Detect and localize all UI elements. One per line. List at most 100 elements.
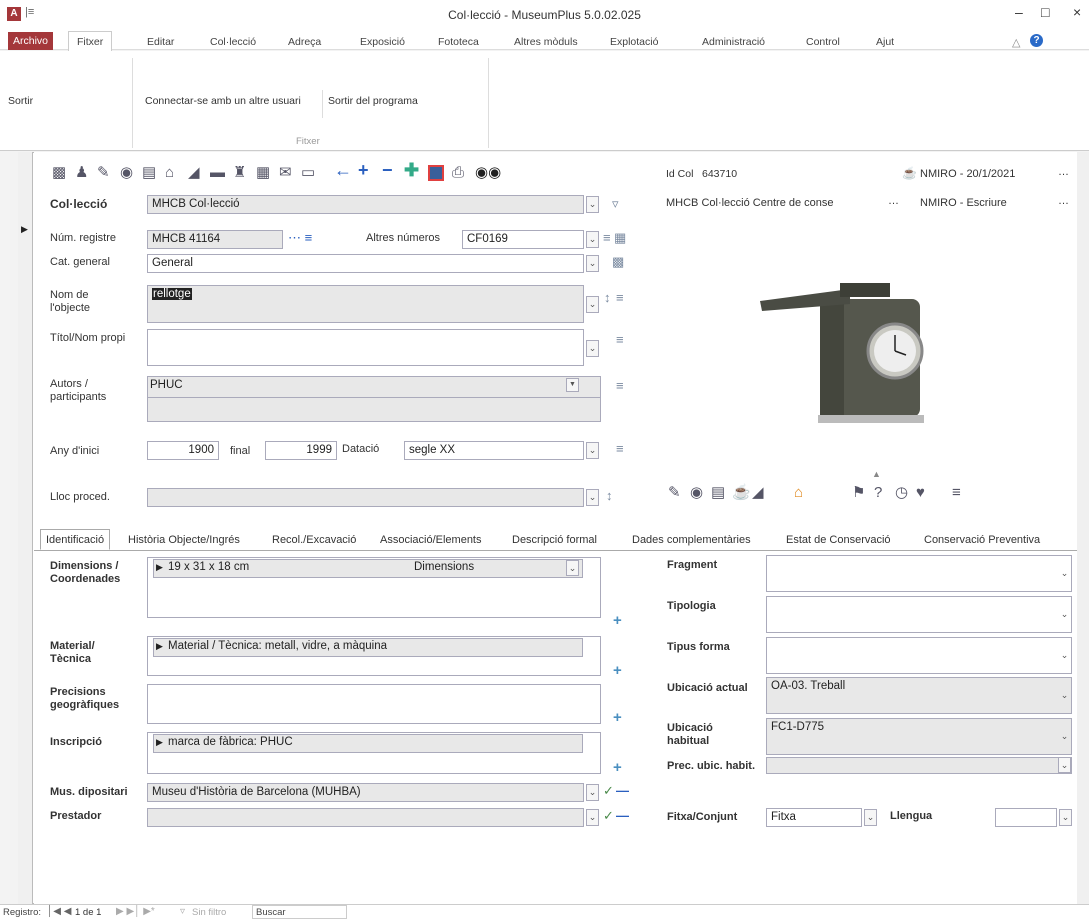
ribbon-collapse-icon[interactable]: △ bbox=[1012, 36, 1020, 49]
scrollbar[interactable] bbox=[1077, 152, 1089, 912]
flag-icon[interactable]: ⚑ bbox=[852, 484, 865, 502]
final-field[interactable]: 1999 bbox=[265, 441, 337, 460]
add-dimensions-button[interactable]: + bbox=[613, 612, 622, 629]
move-icon[interactable]: ✚ bbox=[404, 161, 419, 179]
arrow-left-icon[interactable]: ← bbox=[334, 161, 352, 179]
menu-editar[interactable]: Editar bbox=[147, 36, 174, 48]
nom-objecte-field[interactable]: rellotge bbox=[147, 285, 584, 323]
autors-dropdown[interactable]: ▼ bbox=[566, 378, 579, 392]
cup-icon[interactable]: ☕ bbox=[732, 484, 751, 502]
tab-dades[interactable]: Dades complementàries bbox=[628, 533, 755, 547]
catalog-icon[interactable]: ▩ bbox=[612, 254, 624, 270]
minimize-button[interactable]: – bbox=[1015, 4, 1023, 20]
cat-general-field[interactable]: General bbox=[147, 254, 584, 273]
prec-ubic-field[interactable] bbox=[766, 757, 1072, 774]
llengua-dropdown[interactable]: ⌄ bbox=[1059, 809, 1072, 826]
heart-icon[interactable]: ♥ bbox=[916, 484, 925, 502]
altres-numeros-dropdown[interactable]: ⌄ bbox=[586, 231, 599, 248]
prestador-field[interactable] bbox=[147, 808, 584, 827]
first-record-button[interactable]: │◀ ◀ bbox=[47, 906, 71, 917]
prec-ubic-dropdown[interactable]: ⌄ bbox=[1058, 757, 1071, 773]
any-inici-field[interactable]: 1900 bbox=[147, 441, 219, 460]
filter-icon[interactable]: ▿ bbox=[612, 196, 619, 212]
collection-dropdown[interactable]: ⌄ bbox=[586, 196, 599, 213]
list-icon[interactable]: ≡ bbox=[603, 230, 611, 245]
num-registre-field[interactable]: MHCB 41164 bbox=[147, 230, 283, 249]
menu-explotacio[interactable]: Explotació bbox=[610, 36, 658, 48]
clipboard-icon[interactable]: ▭ bbox=[301, 164, 315, 182]
tab-conservacio[interactable]: Conservació Preventiva bbox=[920, 533, 1044, 547]
document-icon[interactable]: ▤ bbox=[142, 164, 156, 182]
record-position[interactable]: 1 de 1 bbox=[75, 907, 101, 918]
remove-icon[interactable]: — bbox=[616, 783, 629, 798]
ubicacio-actual-field[interactable]: OA-03. Treball bbox=[766, 677, 1072, 714]
pen-icon[interactable]: ✎ bbox=[668, 484, 681, 502]
menu-administracio[interactable]: Administració bbox=[702, 36, 765, 48]
tipologia-field[interactable] bbox=[766, 596, 1072, 633]
list-icon[interactable]: ≡ bbox=[616, 441, 624, 456]
save-icon[interactable]: ▩ bbox=[52, 164, 66, 182]
precisions-field[interactable] bbox=[147, 684, 601, 724]
llengua-field[interactable] bbox=[995, 808, 1057, 827]
tab-associacio[interactable]: Associació/Elements bbox=[376, 533, 486, 547]
thesaurus-icon[interactable]: ↕ bbox=[606, 488, 613, 503]
mail-icon[interactable]: ✉ bbox=[279, 164, 292, 182]
document-icon[interactable]: ▤ bbox=[711, 484, 725, 502]
lloc-field[interactable] bbox=[147, 488, 584, 507]
dipositari-field[interactable]: Museu d'Història de Barcelona (MUHBA) bbox=[147, 783, 584, 802]
maximize-button[interactable]: □ bbox=[1041, 4, 1049, 20]
tab-descripcio[interactable]: Descripció formal bbox=[508, 533, 601, 547]
menu-fitxer[interactable]: Fitxer bbox=[68, 31, 113, 53]
ubicacio-actual-dropdown[interactable]: ⌄ bbox=[1058, 688, 1071, 705]
calendar-icon[interactable]: ▦ bbox=[256, 164, 270, 182]
pen-icon[interactable]: ✎ bbox=[97, 164, 110, 182]
lloc-dropdown[interactable]: ⌄ bbox=[586, 489, 599, 506]
menu-adreca[interactable]: Adreça bbox=[288, 36, 321, 48]
cat-general-dropdown[interactable]: ⌄ bbox=[586, 255, 599, 272]
object-photo[interactable] bbox=[700, 229, 1030, 467]
add-inscripcio-button[interactable]: + bbox=[613, 759, 622, 776]
more-collection-button[interactable]: … bbox=[888, 195, 899, 207]
add-precisions-button[interactable]: + bbox=[613, 709, 622, 726]
image-up-icon[interactable]: ▲ bbox=[872, 469, 881, 479]
list-icon[interactable]: ≡ bbox=[616, 332, 624, 347]
minus-icon[interactable]: − bbox=[382, 161, 393, 179]
tab-recol[interactable]: Recol./Excavació bbox=[268, 533, 360, 547]
tab-identificacio[interactable]: Identificació bbox=[40, 529, 111, 550]
close-button[interactable]: × bbox=[1073, 4, 1081, 20]
record-icon[interactable] bbox=[428, 165, 444, 181]
menu-archivo[interactable]: Archivo bbox=[8, 32, 54, 50]
grid-icon[interactable]: ▦ bbox=[614, 230, 626, 246]
connectar-button[interactable]: Connectar-se amb un altre usuari bbox=[145, 95, 301, 107]
list-icon[interactable]: ≡ bbox=[616, 290, 624, 305]
help-icon[interactable]: ? bbox=[1030, 34, 1043, 47]
thesaurus-icon[interactable]: ↕ bbox=[604, 290, 611, 305]
home-icon[interactable]: ⌂ bbox=[794, 484, 803, 502]
prestador-dropdown[interactable]: ⌄ bbox=[586, 809, 599, 826]
fitxa-field[interactable]: Fitxa bbox=[766, 808, 862, 827]
ubicacio-habitual-dropdown[interactable]: ⌄ bbox=[1058, 729, 1071, 746]
fragment-field[interactable] bbox=[766, 555, 1072, 592]
altres-numeros-field[interactable]: CF0169 bbox=[462, 230, 584, 249]
dimensions-dropdown[interactable]: ⌄ bbox=[566, 560, 579, 576]
chart-icon[interactable]: ◢ bbox=[188, 164, 200, 182]
printer-icon[interactable]: ▬ bbox=[210, 164, 225, 182]
last-record-button[interactable]: ▶ ▶│ ▶* bbox=[116, 906, 155, 917]
home-icon[interactable]: ⌂ bbox=[165, 164, 174, 182]
question-icon[interactable]: ? bbox=[874, 484, 882, 502]
print-icon[interactable]: ⎙ bbox=[452, 164, 464, 182]
eye-icon[interactable]: ◉ bbox=[690, 484, 703, 502]
nom-objecte-dropdown[interactable]: ⌄ bbox=[586, 296, 599, 313]
list-icon[interactable]: ≡ bbox=[952, 484, 961, 502]
autors-field[interactable] bbox=[147, 376, 601, 422]
ubicacio-habitual-field[interactable]: FC1-D775 bbox=[766, 718, 1072, 755]
sortir-programa-button[interactable]: Sortir del programa bbox=[328, 95, 418, 107]
menu-control[interactable]: Control bbox=[806, 36, 840, 48]
menu-ajut[interactable]: Ajut bbox=[876, 36, 894, 48]
num-registre-more-button[interactable]: ⋯ ≡ bbox=[288, 230, 312, 246]
chart-icon[interactable]: ◢ bbox=[752, 484, 764, 502]
menu-altres-moduls[interactable]: Altres mòduls bbox=[514, 36, 578, 48]
record-selector[interactable] bbox=[18, 152, 33, 904]
titol-field[interactable] bbox=[147, 329, 584, 366]
clock-icon[interactable]: ◷ bbox=[895, 484, 908, 502]
